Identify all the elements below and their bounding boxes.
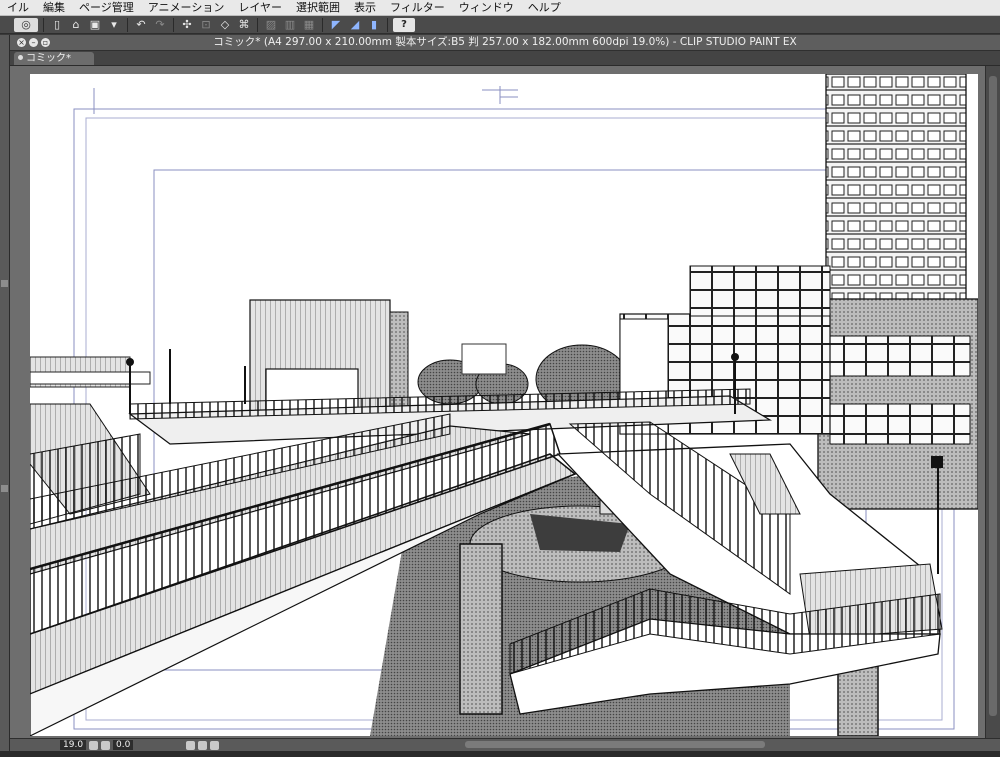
document-tab-bar: コミック*: [10, 51, 1000, 66]
horizontal-scrollbar[interactable]: [465, 741, 765, 748]
menu-item-file[interactable]: イル: [0, 0, 36, 15]
rotate-left-icon[interactable]: [186, 740, 196, 750]
tab-comic[interactable]: コミック*: [14, 52, 94, 65]
tab-label: コミック*: [26, 53, 71, 64]
toolbar-separator: [257, 17, 258, 32]
tall-building-right: [817, 74, 978, 510]
snap-ruler-icon[interactable]: ◤: [328, 18, 344, 32]
rotate-right-icon[interactable]: [198, 740, 208, 750]
toolbar-separator: [322, 17, 323, 32]
vertical-scrollbar[interactable]: [985, 66, 1000, 738]
bottom-edge: [0, 751, 1000, 757]
window-title: コミック* (A4 297.00 x 210.00mm 製本サイズ:B5 判 2…: [213, 36, 797, 48]
save-icon[interactable]: ▣: [87, 18, 103, 32]
disabled-tool-icon[interactable]: ▨: [263, 18, 279, 32]
manga-page[interactable]: [30, 74, 978, 736]
fit-view-icon[interactable]: [101, 740, 111, 750]
panel-toggle-icon[interactable]: [1, 280, 8, 287]
menu-item-edit[interactable]: 編集: [36, 0, 72, 15]
command-bar: ◎ ▯ ⌂ ▣ ▾ ↶ ↷ ✣ ⊡ ◇ ⌘ ▨ ▥ ▦ ◤ ◢ ▮ ?: [0, 16, 1000, 34]
status-bar: 19.0 0.0: [10, 738, 1000, 751]
menu-bar: イル 編集 ページ管理 アニメーション レイヤー 選択範囲 表示 フィルター ウ…: [0, 0, 1000, 16]
help-button[interactable]: ?: [393, 17, 415, 32]
save-dropdown-icon[interactable]: ▾: [106, 18, 122, 32]
document-title-bar: × – ▫ コミック* (A4 297.00 x 210.00mm 製本サイズ:…: [10, 35, 1000, 51]
menu-item-page-management[interactable]: ページ管理: [72, 0, 141, 15]
menu-item-help[interactable]: ヘルプ: [521, 0, 568, 15]
menu-item-window[interactable]: ウィンドウ: [452, 0, 521, 15]
tab-modified-icon: [18, 55, 23, 60]
clip-studio-logo-icon[interactable]: ◎: [14, 17, 38, 32]
snap-special-ruler-icon[interactable]: ◢: [347, 18, 363, 32]
toolbar-separator: [43, 17, 44, 32]
disabled-tool-icon-2[interactable]: ▥: [282, 18, 298, 32]
menu-item-filter[interactable]: フィルター: [383, 0, 452, 15]
redo-icon[interactable]: ↷: [152, 18, 168, 32]
zoom-stepper-icon[interactable]: [89, 740, 99, 750]
undo-icon[interactable]: ↶: [133, 18, 149, 32]
zoom-field[interactable]: 19.0: [60, 740, 87, 750]
fill-bucket-icon[interactable]: ◇: [217, 18, 233, 32]
clear-selection-icon[interactable]: ✣: [179, 18, 195, 32]
menu-item-view[interactable]: 表示: [347, 0, 383, 15]
menu-item-layer[interactable]: レイヤー: [231, 0, 289, 15]
toolbar-separator: [173, 17, 174, 32]
rotation-field[interactable]: 0.0: [113, 740, 134, 750]
toolbar-separator: [127, 17, 128, 32]
left-panel-edge[interactable]: [0, 35, 10, 757]
crop-icon[interactable]: ⊡: [198, 18, 214, 32]
menu-item-animation[interactable]: アニメーション: [141, 0, 232, 15]
new-file-icon[interactable]: ▯: [49, 18, 65, 32]
transform-icon[interactable]: ⌘: [236, 18, 252, 32]
menu-item-selection[interactable]: 選択範囲: [289, 0, 347, 15]
reset-rotation-icon[interactable]: [210, 740, 220, 750]
open-file-icon[interactable]: ⌂: [68, 18, 84, 32]
manga-artwork-canvas: [30, 74, 978, 736]
toolbar-separator: [387, 17, 388, 32]
snap-grid-icon[interactable]: ▮: [366, 18, 382, 32]
vertical-scroll-thumb[interactable]: [989, 76, 997, 716]
canvas-area[interactable]: [10, 66, 985, 738]
distant-buildings-left: [30, 349, 246, 404]
panel-toggle-icon-2[interactable]: [1, 485, 8, 492]
disabled-tool-icon-3[interactable]: ▦: [301, 18, 317, 32]
